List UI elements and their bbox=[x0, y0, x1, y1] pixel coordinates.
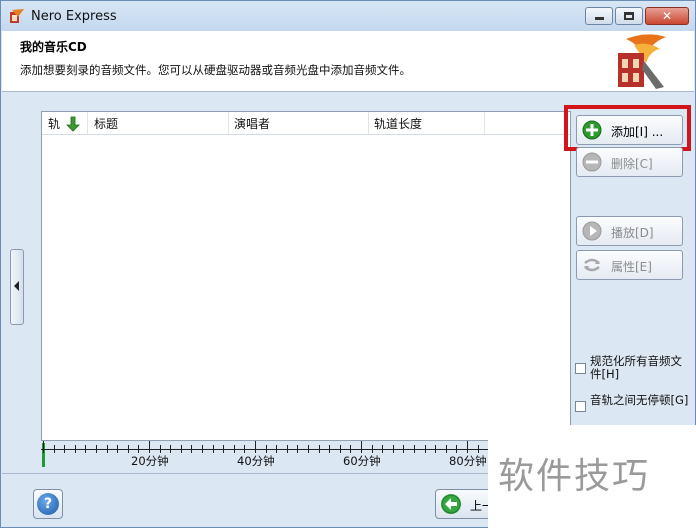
ruler-tick bbox=[297, 445, 299, 453]
header-divider bbox=[2, 91, 694, 92]
ruler-label-20: 20分钟 bbox=[131, 454, 169, 468]
ruler-tick bbox=[435, 445, 437, 453]
ruler-tick bbox=[456, 445, 458, 453]
ruler-label-80: 80分钟 bbox=[449, 454, 487, 468]
ruler-tick bbox=[202, 445, 203, 453]
ruler-tick bbox=[85, 445, 87, 453]
normalize-label: 规范化所有音频文件[H] bbox=[590, 354, 682, 381]
collapse-panel-toggle[interactable] bbox=[10, 249, 24, 325]
add-button-highlight-frame bbox=[564, 105, 691, 151]
ruler-tick bbox=[255, 441, 256, 453]
ruler-label-60: 60分钟 bbox=[343, 454, 381, 468]
ruler-tick bbox=[106, 445, 108, 453]
no-pause-checkbox[interactable] bbox=[575, 401, 586, 412]
ruler-tick bbox=[127, 445, 129, 453]
properties-button-label: 属性[E] bbox=[611, 260, 652, 274]
ruler-tick bbox=[371, 445, 373, 453]
maximize-icon bbox=[624, 12, 634, 20]
ruler-tick bbox=[180, 445, 182, 453]
minimize-icon bbox=[595, 17, 604, 20]
minimize-button[interactable] bbox=[585, 7, 613, 25]
ruler-tick bbox=[212, 445, 214, 453]
nero-express-window: Nero Express ✕ 我的音乐CD 添加想要刻录的音频文件。您可以从硬盘… bbox=[0, 0, 696, 529]
ruler-tick bbox=[233, 445, 235, 453]
delete-button[interactable]: 删除[C] bbox=[576, 147, 683, 177]
nero-app-icon bbox=[10, 9, 24, 23]
nero-logo-icon bbox=[618, 34, 666, 89]
audio-track-list[interactable]: 轨 标题 演唱者 轨道长度 bbox=[41, 111, 571, 441]
column-divider bbox=[368, 112, 369, 134]
ruler-tick bbox=[403, 445, 405, 453]
close-icon: ✕ bbox=[661, 9, 673, 23]
arrow-left-icon bbox=[441, 494, 461, 514]
ruler-tick bbox=[276, 445, 278, 453]
ruler-tick bbox=[318, 445, 320, 453]
ruler-tick bbox=[477, 445, 479, 453]
title-bar: Nero Express ✕ bbox=[1, 1, 695, 31]
ruler-tick bbox=[445, 445, 447, 453]
column-title[interactable]: 标题 bbox=[94, 115, 118, 132]
watermark-text: 软件技巧 bbox=[498, 456, 651, 497]
help-button[interactable]: ? bbox=[33, 489, 63, 519]
window-title: Nero Express bbox=[31, 9, 117, 24]
ruler-tick bbox=[308, 445, 309, 453]
column-artist[interactable]: 演唱者 bbox=[234, 115, 270, 132]
maximize-button[interactable] bbox=[615, 7, 643, 25]
play-icon bbox=[582, 221, 602, 241]
ruler-tick bbox=[350, 445, 352, 453]
normalize-checkbox[interactable] bbox=[575, 363, 586, 374]
ruler-tick bbox=[414, 445, 415, 453]
ruler-tick bbox=[286, 445, 288, 453]
watermark-overlay: 软件技巧 bbox=[488, 425, 696, 529]
no-pause-label: 音轨之间无停顿[G] bbox=[590, 393, 689, 407]
triangle-left-icon bbox=[14, 281, 19, 291]
page-subtitle: 添加想要刻录的音频文件。您可以从硬盘驱动器或音频光盘中添加音频文件。 bbox=[20, 63, 411, 77]
properties-icon bbox=[584, 258, 600, 272]
ruler-tick bbox=[467, 441, 468, 453]
ruler-tick bbox=[382, 445, 384, 453]
ruler-tick bbox=[159, 445, 161, 453]
ruler-tick bbox=[392, 445, 394, 453]
ruler-tick bbox=[64, 445, 66, 453]
ruler-tick bbox=[339, 445, 341, 453]
column-divider bbox=[87, 112, 88, 134]
ruler-tick bbox=[265, 445, 267, 453]
ruler-tick bbox=[191, 445, 193, 453]
ruler-tick bbox=[170, 445, 172, 453]
page-header: 我的音乐CD 添加想要刻录的音频文件。您可以从硬盘驱动器或音频光盘中添加音频文件… bbox=[2, 31, 694, 91]
close-button[interactable]: ✕ bbox=[645, 7, 689, 25]
ruler-tick bbox=[223, 445, 225, 453]
column-divider bbox=[228, 112, 229, 134]
minus-circle-icon bbox=[582, 152, 602, 172]
delete-button-label: 删除[C] bbox=[611, 157, 653, 171]
ruler-tick bbox=[244, 445, 246, 453]
ruler-tick bbox=[74, 445, 76, 453]
ruler-tick bbox=[96, 445, 97, 453]
list-header: 轨 标题 演唱者 轨道长度 bbox=[42, 112, 570, 135]
question-mark-icon: ? bbox=[37, 493, 59, 515]
ruler-tick bbox=[424, 445, 426, 453]
play-button[interactable]: 播放[D] bbox=[576, 216, 683, 246]
ruler-tick bbox=[43, 441, 44, 453]
ruler-tick bbox=[138, 445, 140, 453]
page-title: 我的音乐CD bbox=[20, 40, 87, 54]
play-button-label: 播放[D] bbox=[611, 226, 654, 240]
window-controls: ✕ bbox=[585, 7, 689, 25]
sort-down-arrow-icon[interactable] bbox=[66, 116, 80, 132]
properties-button[interactable]: 属性[E] bbox=[576, 250, 683, 280]
ruler-tick bbox=[117, 445, 119, 453]
ruler-tick bbox=[53, 445, 55, 453]
column-track-length[interactable]: 轨道长度 bbox=[374, 115, 422, 132]
ruler-tick bbox=[329, 445, 331, 453]
column-divider bbox=[484, 112, 485, 134]
capacity-ruler: 20分钟 40分钟 60分钟 80分钟 bbox=[41, 441, 491, 468]
ruler-label-40: 40分钟 bbox=[237, 454, 275, 468]
ruler-tick bbox=[149, 441, 150, 453]
column-track-number[interactable]: 轨 bbox=[48, 115, 60, 132]
ruler-tick bbox=[361, 441, 362, 453]
